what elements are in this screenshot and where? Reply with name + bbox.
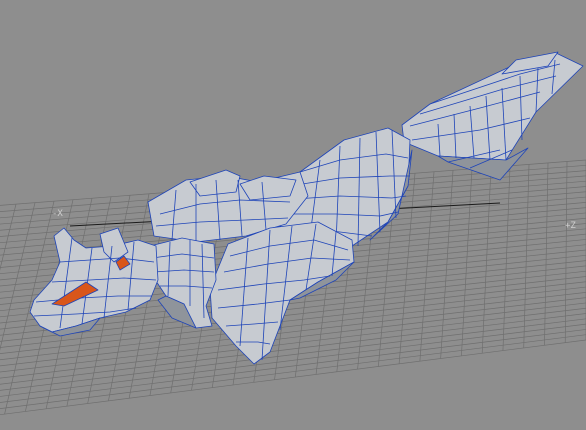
- 3d-viewport[interactable]: -X +Z: [0, 0, 586, 430]
- x-axis-label: -X: [52, 209, 63, 219]
- z-axis-label: +Z: [565, 221, 576, 231]
- viewport-canvas[interactable]: [0, 0, 586, 430]
- tail-mesh[interactable]: [401, 51, 584, 181]
- grid-line: [0, 329, 586, 403]
- grid-line: [0, 339, 586, 416]
- front-leg-mesh[interactable]: [149, 237, 217, 329]
- grid-line: [0, 334, 586, 409]
